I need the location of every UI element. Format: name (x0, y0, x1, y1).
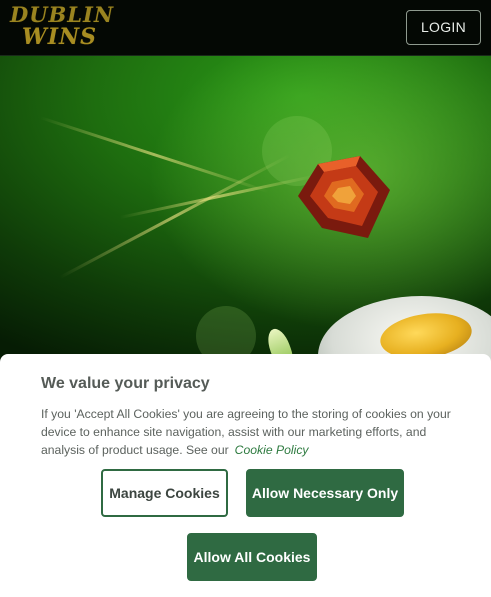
allow-all-cookies-button[interactable]: Allow All Cookies (187, 533, 317, 581)
allow-necessary-only-button[interactable]: Allow Necessary Only (246, 469, 404, 517)
manage-cookies-button[interactable]: Manage Cookies (101, 469, 228, 517)
cookie-banner-text: If you 'Accept All Cookies' you are agre… (41, 405, 453, 459)
hero-banner (0, 56, 491, 366)
cookie-banner-title: We value your privacy (41, 375, 210, 392)
ruby-gem-icon (298, 156, 390, 238)
dublin-wins-logo[interactable]: DUBLIN WINS (10, 4, 114, 52)
logo-line-2: WINS (22, 24, 97, 50)
site-header: DUBLIN WINS LOGIN (0, 0, 491, 56)
cookie-policy-link[interactable]: Cookie Policy (235, 443, 309, 457)
light-streak (59, 154, 291, 279)
logo-line-1: DUBLIN (10, 2, 115, 27)
login-button[interactable]: LOGIN (406, 10, 481, 45)
page: DUBLIN WINS LOGIN We value your privacy … (0, 0, 491, 597)
light-streak (39, 116, 269, 194)
cookie-consent-banner: We value your privacy If you 'Accept All… (0, 354, 491, 597)
